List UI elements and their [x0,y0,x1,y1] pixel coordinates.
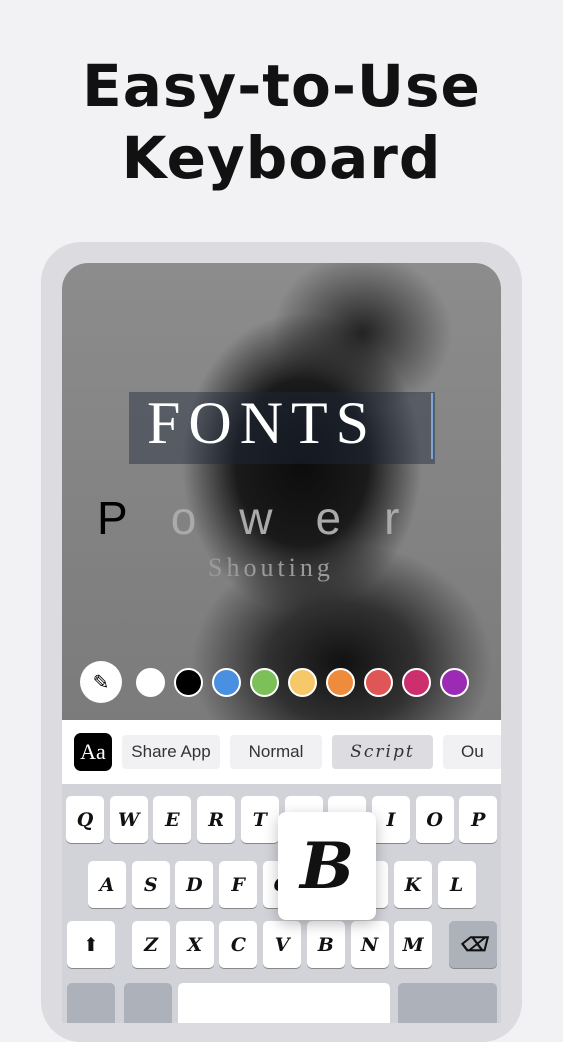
key-n[interactable]: N [350,921,389,968]
headline: Easy-to-Use Keyboard [0,50,563,194]
key-d[interactable]: D [175,861,214,908]
key-z[interactable]: Z [132,921,170,968]
key-r[interactable]: R [197,796,236,843]
share-app-button[interactable]: Share App [122,735,220,769]
key-e[interactable]: E [153,796,192,843]
power-letter: r [384,492,443,544]
key-k[interactable]: K [393,861,432,908]
fonts-text[interactable]: FONTS [147,389,377,458]
delete-icon[interactable]: ⌫ [449,921,497,968]
key-v[interactable]: V [263,921,302,968]
color-swatch[interactable] [136,667,165,697]
color-swatch[interactable] [288,667,317,697]
key-m[interactable]: M [394,921,433,968]
key-b[interactable]: B [306,921,345,968]
color-swatch[interactable] [326,667,355,697]
power-letter: P [97,492,171,544]
color-swatch[interactable] [212,667,241,697]
key-q[interactable]: Q [66,796,104,843]
headline-line-2: Keyboard [121,124,442,192]
key-popup: B [278,812,376,920]
color-swatch[interactable] [440,667,469,697]
key-s[interactable]: S [131,861,170,908]
color-swatch[interactable] [364,667,393,697]
key-x[interactable]: X [175,921,214,968]
color-swatch[interactable] [174,667,203,697]
shouting-text[interactable]: Shouting [208,553,334,583]
space-bar[interactable] [178,983,390,1023]
key-c[interactable]: C [219,921,258,968]
key-w[interactable]: W [109,796,148,843]
photo-canvas[interactable]: FONTS Power Shouting ✎ [62,263,501,720]
color-swatch[interactable] [250,667,279,697]
numbers-key[interactable] [67,983,115,1023]
key-p[interactable]: P [459,796,498,843]
font-toolbar: Aa Share App Normal Script Ou [62,720,501,784]
power-text[interactable]: Power [97,491,442,545]
power-letter: e [315,492,385,544]
key-i[interactable]: I [371,796,410,843]
font-script-button[interactable]: Script [332,735,433,769]
power-letter: w [239,492,316,544]
key-f[interactable]: F [219,861,258,908]
eyedropper-icon[interactable]: ✎ [80,661,122,703]
phone-screen: FONTS Power Shouting ✎ Aa Share App Norm… [62,263,501,1023]
color-palette: ✎ [80,661,478,703]
key-t[interactable]: T [240,796,279,843]
key-a[interactable]: A [88,861,126,908]
font-next-button[interactable]: Ou [443,735,501,769]
key-o[interactable]: O [415,796,454,843]
power-letter: o [170,492,240,544]
shift-icon[interactable]: ⬆ [67,921,115,968]
headline-line-1: Easy-to-Use [82,52,481,120]
color-swatch[interactable] [402,667,431,697]
app-logo[interactable]: Aa [74,733,112,771]
return-key[interactable] [398,983,497,1023]
font-normal-button[interactable]: Normal [230,735,322,769]
key-l[interactable]: L [437,861,476,908]
text-caret [431,393,433,459]
globe-icon[interactable] [124,983,172,1023]
